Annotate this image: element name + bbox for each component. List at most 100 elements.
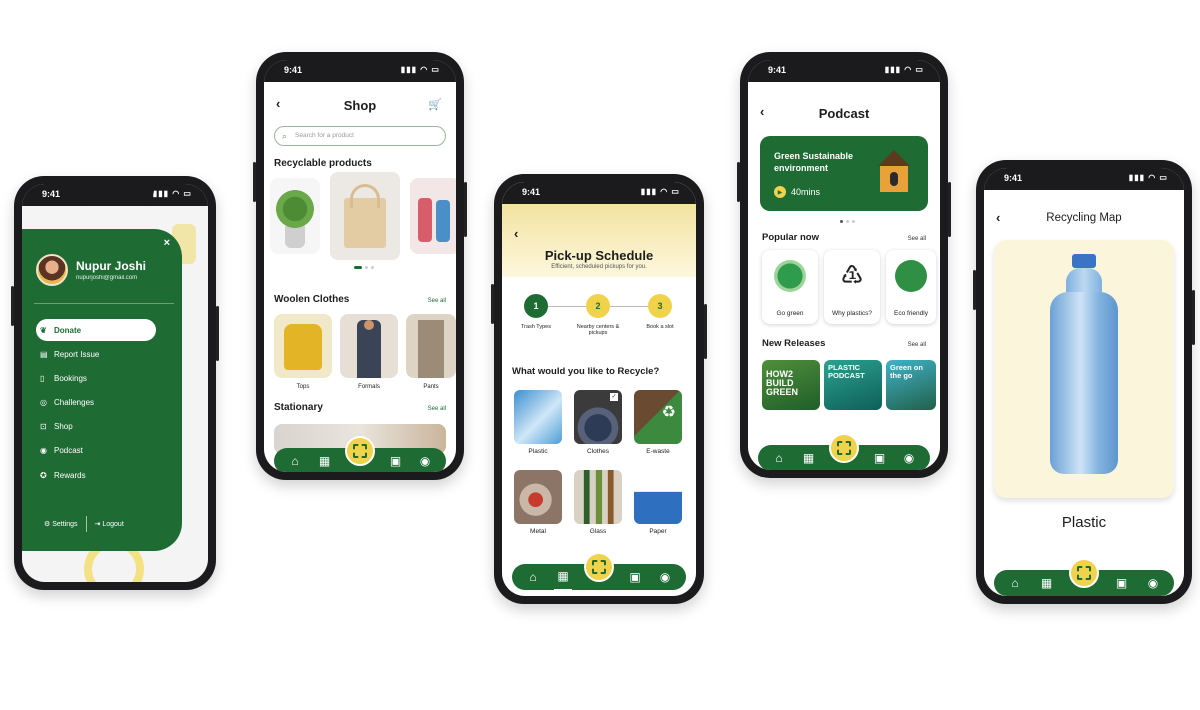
- search-input[interactable]: ⌕ Search for a product: [274, 126, 446, 146]
- status-time: 9:41: [42, 189, 61, 199]
- wallet-icon[interactable]: ▣: [1113, 570, 1131, 596]
- menu-item-challenges[interactable]: ◎ Challenges: [36, 392, 156, 414]
- calendar-icon[interactable]: ▦: [316, 448, 334, 472]
- featured-title: Green Sustainable environment: [774, 151, 854, 173]
- step-3[interactable]: 3: [648, 294, 672, 318]
- menu-item-podcast[interactable]: ◉ Podcast: [36, 440, 156, 462]
- recycle-icon: ♻: [661, 404, 676, 421]
- bottle-shape: [436, 200, 450, 242]
- type-plastic[interactable]: [514, 390, 562, 444]
- scan-button[interactable]: [345, 436, 375, 466]
- eco-badge-icon: [895, 260, 927, 292]
- drawer-footer: ⚙ Settings ⇥ Logout: [44, 516, 124, 532]
- menu-item-shop[interactable]: ⊡ Shop: [36, 416, 156, 438]
- product-bottles[interactable]: [410, 178, 456, 254]
- release-plastic-podcast[interactable]: PLASTIC PODCAST: [824, 360, 882, 410]
- wallet-icon[interactable]: ▣: [626, 564, 644, 590]
- back-icon[interactable]: ‹: [514, 226, 518, 241]
- see-all-releases[interactable]: See all: [908, 342, 926, 348]
- popular-eco-friendly[interactable]: Eco friendly: [886, 250, 936, 324]
- type-ewaste[interactable]: ♻: [634, 390, 682, 444]
- product-pants[interactable]: [406, 314, 456, 378]
- scan-button[interactable]: [584, 552, 614, 582]
- product-tote[interactable]: [330, 172, 400, 260]
- menu-label: Podcast: [54, 446, 83, 456]
- type-glass[interactable]: [574, 470, 622, 524]
- release-title: Green on the go: [890, 363, 923, 380]
- notch: [1045, 168, 1123, 186]
- type-metal[interactable]: [514, 470, 562, 524]
- status-time: 9:41: [1004, 173, 1023, 183]
- menu-label: Report Issue: [54, 349, 100, 359]
- type-paper[interactable]: [634, 470, 682, 524]
- calendar-icon[interactable]: ▦: [1038, 570, 1056, 596]
- profile-icon[interactable]: ◉: [656, 564, 674, 590]
- logout-label: Logout: [102, 521, 124, 528]
- home-icon[interactable]: ⌂: [1006, 570, 1024, 596]
- bottle-body: [1050, 292, 1118, 474]
- notch: [805, 60, 883, 78]
- shop-icon: ⊡: [40, 422, 47, 432]
- menu-item-donate[interactable]: ❦ Donate: [36, 319, 156, 341]
- profile-icon[interactable]: ◉: [416, 448, 434, 472]
- wallet-icon[interactable]: ▣: [871, 445, 889, 470]
- home-icon[interactable]: ⌂: [286, 448, 304, 472]
- menu-item-report-issue[interactable]: ▤ Report Issue: [36, 343, 156, 365]
- recycle-icon: ♳: [840, 260, 864, 290]
- settings-button[interactable]: ⚙ Settings: [44, 520, 78, 528]
- featured-podcast-card[interactable]: Green Sustainable environment ▶ 40mins: [760, 136, 928, 211]
- page-title: Recycling Map: [1046, 212, 1122, 224]
- status-time: 9:41: [768, 65, 787, 75]
- menu-item-rewards[interactable]: ✪ Rewards: [36, 464, 156, 486]
- type-clothes[interactable]: ✓: [574, 390, 622, 444]
- pants-shape: [418, 320, 444, 378]
- phone-recycling-map: 9:41 ▮▮▮ ◠ ▭ ‹ Recycling Map Plastic ⌂ ▦…: [973, 160, 1195, 604]
- home-icon[interactable]: ⌂: [524, 564, 542, 590]
- check-icon: ✓: [610, 393, 618, 401]
- qr-scan-icon: [592, 560, 606, 574]
- step-1[interactable]: 1: [524, 294, 548, 318]
- material-card[interactable]: [994, 240, 1174, 498]
- scan-button[interactable]: [1069, 558, 1099, 588]
- calendar-icon[interactable]: ▦: [554, 563, 572, 591]
- see-all-woolen[interactable]: See all: [428, 298, 446, 304]
- menu-label: Challenges: [54, 398, 95, 408]
- popular-go-green[interactable]: Go green: [762, 250, 818, 324]
- side-drawer: × Nupur Joshi nupurjoshi@gmail.com ❦ Dona…: [22, 229, 182, 551]
- product-tops[interactable]: [274, 314, 332, 378]
- see-all-stationary[interactable]: See all: [428, 406, 446, 412]
- carousel-dots: [840, 220, 855, 223]
- product-plant[interactable]: [270, 178, 320, 254]
- page-title: Podcast: [818, 106, 870, 121]
- step-label: Trash Types: [521, 324, 551, 330]
- logout-icon: ⇥: [94, 521, 101, 528]
- calendar-icon[interactable]: ▦: [800, 445, 818, 470]
- settings-label: Settings: [52, 521, 78, 528]
- profile-icon[interactable]: ◉: [1144, 570, 1162, 596]
- notch: [560, 182, 638, 200]
- scan-button[interactable]: [829, 433, 859, 463]
- close-icon[interactable]: ×: [164, 237, 170, 249]
- home-icon[interactable]: ⌂: [770, 445, 788, 470]
- see-all-popular[interactable]: See all: [908, 236, 926, 242]
- profile-icon[interactable]: ◉: [900, 445, 918, 470]
- popular-why-plastics[interactable]: ♳ Why plastics?: [824, 250, 880, 324]
- menu-label: Bookings: [54, 373, 87, 383]
- featured-play[interactable]: ▶ 40mins: [774, 186, 820, 198]
- wallet-icon[interactable]: ▣: [387, 448, 405, 472]
- phone-podcast: 9:41 ▮▮▮ ◠ ▭ ‹ Podcast Green Sustainable…: [737, 52, 951, 478]
- logout-button[interactable]: ⇥ Logout: [95, 520, 124, 528]
- menu-item-bookings[interactable]: ▯ Bookings: [36, 367, 156, 389]
- qr-scan-icon: [353, 444, 367, 458]
- menu-screen: 9:41 ▮▮▮ ◠ ▭ × Nupur Joshi nupurjoshi@gm…: [22, 184, 208, 582]
- signal-icons: ▮▮▮ ◠ ▭: [1128, 173, 1168, 182]
- cart-icon[interactable]: 🛒: [428, 98, 442, 111]
- release-green-on-go[interactable]: Green on the go: [886, 360, 936, 410]
- footer-divider: [85, 516, 87, 532]
- status-time: 9:41: [284, 65, 303, 75]
- release-how2[interactable]: HOW2 BUILD GREEN: [762, 360, 820, 410]
- carousel-dots: [354, 266, 374, 269]
- step-2[interactable]: 2: [586, 294, 610, 318]
- product-formals[interactable]: [340, 314, 398, 378]
- recycle-question: What would you like to Recycle?: [512, 366, 660, 377]
